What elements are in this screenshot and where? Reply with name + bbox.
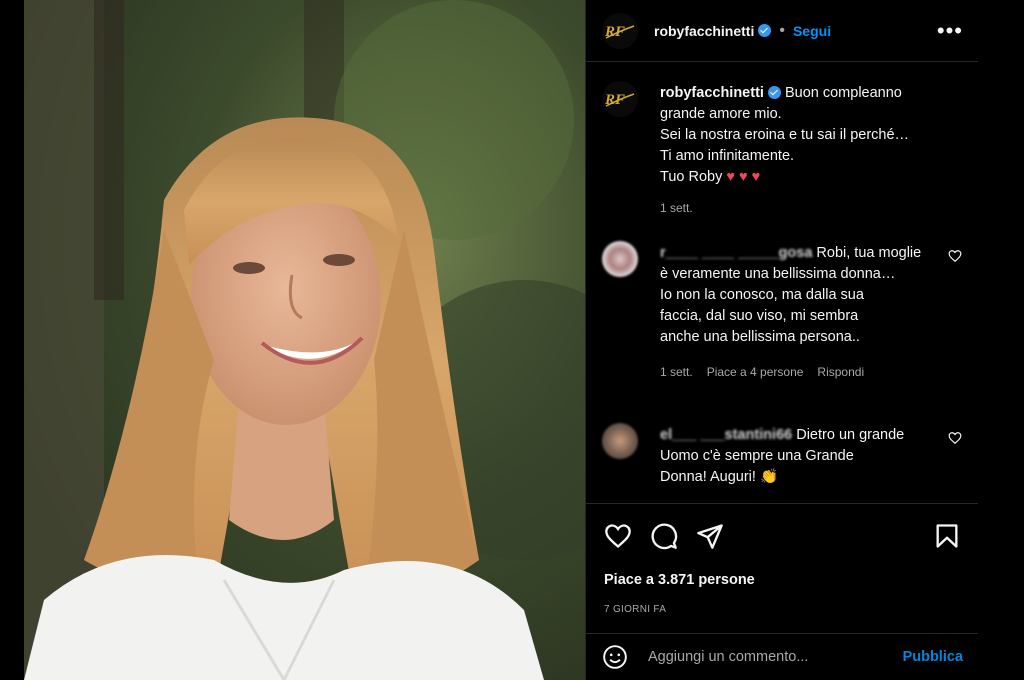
heart-icon[interactable] <box>948 249 962 263</box>
caption-line: Tuo Roby <box>660 169 723 185</box>
left-margin <box>0 0 24 680</box>
caption-username[interactable]: robyfacchinetti <box>660 85 764 101</box>
comment-item: r____ ____ _____gosa Robi, tua moglie è … <box>602 241 962 383</box>
author-username[interactable]: robyfacchinetti <box>654 23 754 39</box>
caption-meta: 1 sett. <box>660 198 960 219</box>
comment-line: faccia, dal suo viso, mi sembra <box>660 308 859 324</box>
like-button[interactable] <box>604 522 632 550</box>
emoji-button[interactable] <box>602 644 628 670</box>
save-button[interactable] <box>933 522 961 550</box>
red-hearts-emoji: ♥ ♥ ♥ <box>726 169 761 185</box>
caption-line: Ti amo infinitamente. <box>660 148 795 164</box>
more-options-icon[interactable]: ••• <box>937 19 963 41</box>
heart-icon <box>605 524 631 549</box>
commenter-avatar[interactable] <box>602 241 638 277</box>
rf-logo-icon: RF <box>604 24 635 40</box>
post-date[interactable]: 7 GIORNI FA <box>604 604 666 615</box>
comment-line: Uomo c'è sempre una Grande <box>660 448 854 464</box>
reply-button[interactable]: Rispondi <box>817 362 864 383</box>
caption-avatar[interactable]: RF <box>602 81 638 117</box>
comment-line: Robi, tua moglie <box>816 245 922 261</box>
commenter-username[interactable]: r____ ____ _____gosa <box>660 245 812 261</box>
bookmark-icon <box>936 524 958 548</box>
caption-line: grande amore mio. <box>660 106 782 122</box>
add-comment-bar: Aggiungi un commento... Pubblica <box>586 633 979 680</box>
share-button[interactable] <box>696 522 724 550</box>
comment-body: r____ ____ _____gosa Robi, tua moglie è … <box>660 243 940 383</box>
comment-item: el___ ___stantini66 Dietro un grande Uom… <box>602 423 962 488</box>
comment-line: anche una bellissima persona.. <box>660 329 860 345</box>
comments-list[interactable]: RF robyfacchinetti Buon compleanno grand… <box>586 63 979 503</box>
caption-body: robyfacchinetti Buon compleanno grande a… <box>660 83 960 219</box>
commenter-avatar[interactable] <box>602 423 638 459</box>
publish-button[interactable]: Pubblica <box>903 649 963 665</box>
follow-button[interactable]: Segui <box>793 23 831 39</box>
verified-icon <box>758 24 772 37</box>
comment-line: Io non la conosco, ma dalla sua <box>660 287 864 303</box>
comment-body: el___ ___stantini66 Dietro un grande Uom… <box>660 425 940 488</box>
caption-time[interactable]: 1 sett. <box>660 198 693 219</box>
comment-line: Dietro un grande <box>796 427 905 443</box>
post-actions: Piace a 3.871 persone 7 GIORNI FA <box>586 503 979 633</box>
post-header: RF robyfacchinetti • Segui ••• <box>586 0 979 62</box>
heart-icon[interactable] <box>948 431 962 445</box>
author-avatar[interactable]: RF <box>602 12 638 49</box>
separator-dot: • <box>779 21 785 39</box>
comment-time[interactable]: 1 sett. <box>660 362 693 383</box>
clap-emoji: 👏 <box>759 469 779 485</box>
action-icons <box>604 522 724 550</box>
caption-line: Sei la nostra eroina e tu sai il perché… <box>660 127 910 143</box>
caption: RF robyfacchinetti Buon compleanno grand… <box>602 81 962 219</box>
verified-icon <box>767 86 781 99</box>
post-panel: RF robyfacchinetti • Segui ••• RF robyfa… <box>585 0 979 680</box>
caption-line: Buon compleanno <box>784 85 902 101</box>
rf-logo-icon: RF <box>604 92 635 108</box>
emoji-icon <box>603 645 627 669</box>
comment-line: Donna! Auguri! <box>660 469 756 485</box>
comment-meta: 1 sett. Piace a 4 persone Rispondi <box>660 362 940 383</box>
portrait-illustration <box>24 0 585 680</box>
post-photo[interactable] <box>24 0 585 680</box>
comment-line: è veramente una bellissima donna… <box>660 266 896 282</box>
comment-input[interactable]: Aggiungi un commento... <box>648 649 903 665</box>
comment-button[interactable] <box>650 522 678 550</box>
commenter-username[interactable]: el___ ___stantini66 <box>660 427 792 443</box>
right-margin <box>978 0 1024 680</box>
comment-likes[interactable]: Piace a 4 persone <box>707 362 804 383</box>
share-icon <box>697 524 723 549</box>
likes-count[interactable]: Piace a 3.871 persone <box>604 572 755 588</box>
comment-icon <box>651 523 678 550</box>
